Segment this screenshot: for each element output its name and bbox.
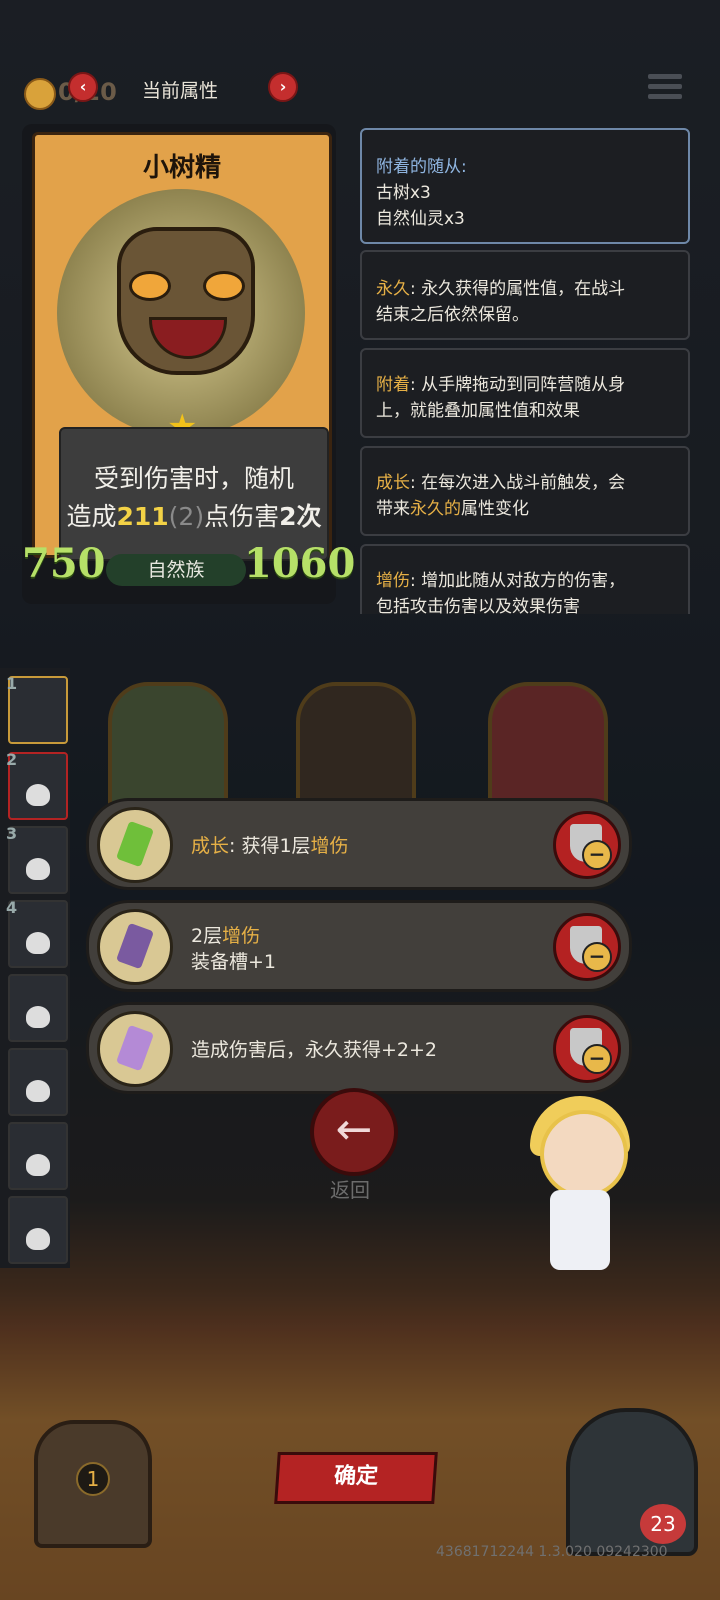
desc-damage: 211 bbox=[116, 502, 169, 531]
minion-card: 小树精 ★ 受到伤害时，随机 造成211(2)点伤害2次 750 自然族 106… bbox=[22, 124, 355, 604]
slot-number: 3 bbox=[6, 824, 18, 843]
roster-slot[interactable]: 4 bbox=[6, 898, 68, 968]
info-permanent: 永久: 永久获得的属性值，在战斗 结束之后依然保留。 bbox=[360, 250, 690, 340]
chest-count: 1 bbox=[76, 1462, 110, 1496]
minus-icon: − bbox=[582, 1044, 612, 1074]
prev-arrow-button[interactable]: ‹ bbox=[68, 72, 98, 102]
info-attach: 附着: 从手牌拖动到同阵营随从身 上，就能叠加属性值和效果 bbox=[360, 348, 690, 438]
upgrade-text: 成长: 获得1层增伤 bbox=[191, 831, 349, 858]
purple-blade-icon bbox=[97, 1011, 173, 1087]
keyword: 增伤 bbox=[310, 835, 349, 857]
info-line: 增伤: 增加此随从对敌方的伤害， bbox=[376, 566, 625, 591]
info-text: : 增加此随从对敌方的伤害， bbox=[410, 571, 626, 591]
back-label: 返回 bbox=[330, 1178, 370, 1202]
info-text: 带来 bbox=[376, 499, 410, 519]
tribe-badge: 自然族 bbox=[106, 554, 246, 586]
roster-slot[interactable] bbox=[8, 974, 68, 1042]
gauntlet-icon bbox=[97, 909, 173, 985]
info-line: 古树x3 bbox=[376, 183, 431, 203]
confirm-button[interactable]: 确定 bbox=[274, 1452, 438, 1504]
keyword: 增伤 bbox=[376, 571, 410, 591]
roster-slot[interactable]: 1 bbox=[6, 674, 68, 744]
skull-icon bbox=[26, 858, 50, 880]
upgrade-text: 装备槽+1 bbox=[191, 951, 277, 973]
desc-base: (2) bbox=[168, 502, 205, 531]
remove-button[interactable]: − bbox=[553, 811, 621, 879]
info-line: 附着: 从手牌拖动到同阵营随从身 bbox=[376, 370, 625, 395]
desc-mid: 点伤害 bbox=[204, 502, 280, 531]
keyword: 成长 bbox=[376, 473, 410, 493]
info-text: 属性变化 bbox=[461, 499, 529, 519]
attack-stat: 750 bbox=[22, 540, 106, 587]
upgrade-text-part: 2层 bbox=[191, 925, 223, 947]
info-text: : 在每次进入战斗前触发，会 bbox=[410, 473, 626, 493]
green-crystal-icon bbox=[97, 807, 173, 883]
info-line: 自然仙灵x3 bbox=[376, 209, 465, 229]
treant-face-icon bbox=[117, 227, 255, 375]
info-line: 结束之后依然保留。 bbox=[376, 305, 529, 325]
info-line: 永久: 永久获得的属性值，在战斗 bbox=[376, 274, 625, 299]
card-name: 小树精 bbox=[142, 153, 221, 183]
minus-icon: − bbox=[582, 840, 612, 870]
health-stat: 1060 bbox=[244, 540, 356, 587]
upgrade-text-part: : 获得1层 bbox=[229, 835, 311, 857]
info-title: 附着的随从: bbox=[376, 157, 467, 177]
info-line: 带来永久的属性变化 bbox=[376, 494, 529, 519]
roster-slot[interactable]: 3 bbox=[6, 824, 68, 894]
skull-icon bbox=[26, 932, 50, 954]
roster-slot[interactable]: 2 bbox=[6, 750, 68, 820]
upgrade-text: 造成伤害后，永久获得+2+2 bbox=[191, 1039, 438, 1061]
info-damage-boost: 增伤: 增加此随从对敌方的伤害， 包括攻击伤害以及效果伤害 bbox=[360, 544, 690, 617]
desc-times: 2次 bbox=[279, 502, 322, 531]
keyword: 成长 bbox=[191, 835, 230, 857]
skull-icon bbox=[26, 1080, 50, 1102]
top-bar: 0/20 ‹ 当前属性 › bbox=[0, 60, 720, 120]
skull-icon bbox=[26, 1006, 50, 1028]
desc-line-2: 造成211(2)点伤害2次 bbox=[61, 497, 327, 533]
desc-prefix: 造成 bbox=[66, 502, 117, 531]
slot-number: 2 bbox=[6, 750, 18, 769]
back-arrow-icon[interactable]: ← bbox=[310, 1088, 398, 1176]
panel-title: 当前属性 bbox=[142, 80, 219, 102]
coin-icon bbox=[24, 78, 56, 110]
treant-portrait bbox=[57, 189, 305, 437]
skull-icon bbox=[26, 1154, 50, 1176]
remove-button[interactable]: − bbox=[553, 1015, 621, 1083]
info-attached-minions: 附着的随从: 古树x3 自然仙灵x3 bbox=[360, 128, 690, 244]
desc-line-1: 受到伤害时，随机 bbox=[93, 464, 294, 493]
next-arrow-button[interactable]: › bbox=[268, 72, 298, 102]
keyword: 永久 bbox=[376, 279, 410, 299]
skull-icon bbox=[26, 1228, 50, 1250]
info-line: 上，就能叠加属性值和效果 bbox=[376, 401, 580, 421]
roster-slot[interactable] bbox=[8, 1122, 68, 1190]
slot-number: 1 bbox=[6, 674, 18, 693]
roster-slot[interactable] bbox=[8, 1196, 68, 1264]
hero-hp-badge: 23 bbox=[640, 1504, 686, 1544]
skull-icon bbox=[26, 784, 50, 806]
upgrade-text: 2层增伤 bbox=[191, 921, 260, 948]
upgrade-row-weapon[interactable]: 造成伤害后，永久获得+2+2 − bbox=[86, 1002, 632, 1094]
upgrade-row-growth[interactable]: 成长: 获得1层增伤 − bbox=[86, 798, 632, 890]
hero-character bbox=[520, 1090, 640, 1290]
card-frame: 小树精 ★ 受到伤害时，随机 造成211(2)点伤害2次 bbox=[32, 132, 332, 561]
keyword: 永久的 bbox=[410, 499, 461, 519]
info-text: : 从手牌拖动到同阵营随从身 bbox=[410, 375, 626, 395]
treasure-chest[interactable]: 1 bbox=[34, 1420, 152, 1548]
slot-number: 4 bbox=[6, 898, 18, 917]
minus-icon: − bbox=[582, 942, 612, 972]
version-text: 43681712244 1.3.020 09242300 bbox=[436, 1544, 668, 1560]
roster-slot[interactable] bbox=[8, 1048, 68, 1116]
menu-icon[interactable] bbox=[648, 74, 682, 104]
keyword: 附着 bbox=[376, 375, 410, 395]
upgrade-row-gauntlet[interactable]: 2层增伤 装备槽+1 − bbox=[86, 900, 632, 992]
roster-sidebar: 1 2 3 4 bbox=[0, 668, 70, 1268]
info-text: : 永久获得的属性值，在战斗 bbox=[410, 279, 626, 299]
keyword: 增伤 bbox=[222, 925, 261, 947]
remove-button[interactable]: − bbox=[553, 913, 621, 981]
info-line: 成长: 在每次进入战斗前触发，会 bbox=[376, 468, 625, 493]
info-line: 包括攻击伤害以及效果伤害 bbox=[376, 597, 580, 617]
info-growth: 成长: 在每次进入战斗前触发，会 带来永久的属性变化 bbox=[360, 446, 690, 536]
